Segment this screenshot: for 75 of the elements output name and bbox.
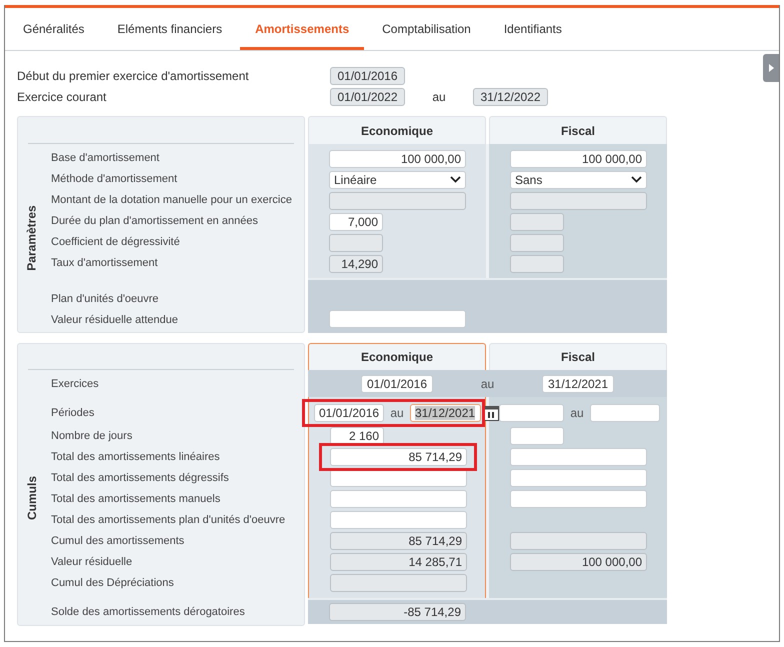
field-label: Total des amortissements dégressifs — [51, 471, 229, 486]
input-field[interactable] — [510, 192, 647, 210]
tab[interactable]: Comptabilisation — [367, 10, 486, 50]
caret-icon — [768, 64, 774, 72]
field-label: Valeur résiduelle — [51, 555, 132, 570]
input-field[interactable] — [510, 468, 647, 486]
connector-label: au — [569, 404, 585, 422]
chevron-down-icon — [450, 176, 461, 183]
tab[interactable]: Identifiants — [488, 10, 577, 50]
field-label: Cumul des Dépréciations — [51, 576, 174, 592]
dropdown[interactable]: Sans — [510, 170, 647, 188]
field-label: Nombre de jours — [51, 429, 132, 444]
date-field[interactable]: 01/01/2016 — [361, 374, 433, 392]
field-label: Plan d'unités d'oeuvre — [51, 292, 159, 308]
input-field[interactable] — [330, 510, 467, 528]
input-field[interactable] — [510, 490, 647, 508]
connector-label: au — [480, 376, 496, 392]
column-header: Fiscal — [489, 116, 667, 144]
input-field[interactable] — [329, 192, 466, 210]
field-label: Valeur résiduelle attendue — [51, 313, 178, 328]
connector-label: au — [431, 88, 447, 106]
section-title: Paramètres — [24, 205, 40, 271]
date-field[interactable] — [499, 404, 564, 422]
input-field[interactable] — [330, 490, 467, 508]
input-field[interactable]: 14,290 — [329, 254, 383, 272]
input-field[interactable]: 100 000,00 — [510, 552, 647, 570]
column-header: Economique — [308, 343, 486, 370]
chevron-down-icon — [631, 176, 642, 183]
calendar-icon[interactable] — [484, 404, 499, 420]
field-label: Durée du plan d'amortissement en années — [51, 214, 258, 230]
field-label: Taux d'amortissement — [51, 256, 158, 272]
input-field[interactable]: -85 714,29 — [329, 603, 466, 621]
field-label: Coefficient de dégressivité — [51, 235, 180, 250]
connector-label: au — [389, 404, 405, 422]
input-field[interactable] — [510, 212, 564, 230]
field-label: Cumul des amortissements — [51, 534, 184, 550]
input-field[interactable]: 7,000 — [329, 212, 383, 230]
section-title: Cumuls — [24, 476, 40, 520]
field-label: Montant de la dotation manuelle pour un exercice — [51, 193, 292, 208]
input-field[interactable] — [510, 254, 564, 272]
tab[interactable]: Généralités — [8, 10, 100, 50]
tab[interactable]: Eléments financiers — [102, 10, 238, 50]
input-field[interactable] — [329, 234, 383, 252]
date-field[interactable] — [590, 404, 660, 422]
date-field[interactable]: 31/12/2021 — [542, 374, 614, 392]
date-field[interactable]: 01/01/2016 — [330, 66, 405, 84]
input-field[interactable] — [510, 426, 564, 444]
input-field[interactable] — [510, 448, 647, 466]
input-field[interactable] — [510, 234, 564, 252]
field-label: Total des amortissements manuels — [51, 492, 220, 508]
side-panel-toggle[interactable] — [763, 54, 779, 82]
input-field[interactable] — [330, 574, 467, 592]
date-field[interactable]: 01/01/2016 — [314, 404, 384, 422]
input-field[interactable]: 100 000,00 — [510, 150, 647, 168]
field-label: Base d'amortissement — [51, 151, 160, 166]
input-field[interactable] — [329, 310, 466, 328]
field-label: Méthode d'amortissement — [51, 172, 178, 188]
date-field[interactable]: 31/12/2022 — [473, 88, 548, 106]
field-label: Solde des amortissements dérogatoires — [51, 604, 245, 620]
dropdown[interactable]: Linéaire — [329, 170, 466, 188]
field-label: Total des amortissements linéaires — [51, 450, 220, 466]
input-field[interactable]: 85 714,29 — [330, 532, 467, 550]
field-label: Périodes — [51, 406, 94, 422]
input-field[interactable]: 85 714,29 — [330, 448, 467, 466]
field-label: Début du premier exercice d'amortissement — [17, 68, 250, 84]
input-field[interactable]: 100 000,00 — [329, 150, 466, 168]
input-field[interactable] — [510, 532, 647, 550]
date-field[interactable]: 01/01/2022 — [330, 88, 405, 106]
input-field[interactable]: 14 285,71 — [330, 552, 467, 570]
column-header: Economique — [308, 116, 486, 144]
date-field[interactable]: 31/12/2021 — [410, 404, 481, 422]
column-header: Fiscal — [489, 343, 667, 370]
field-label: Total des amortissements plan d'unités d'oeuvre — [51, 513, 286, 528]
field-label: Exercices — [51, 377, 99, 392]
field-label: Exercice courant — [17, 88, 108, 106]
